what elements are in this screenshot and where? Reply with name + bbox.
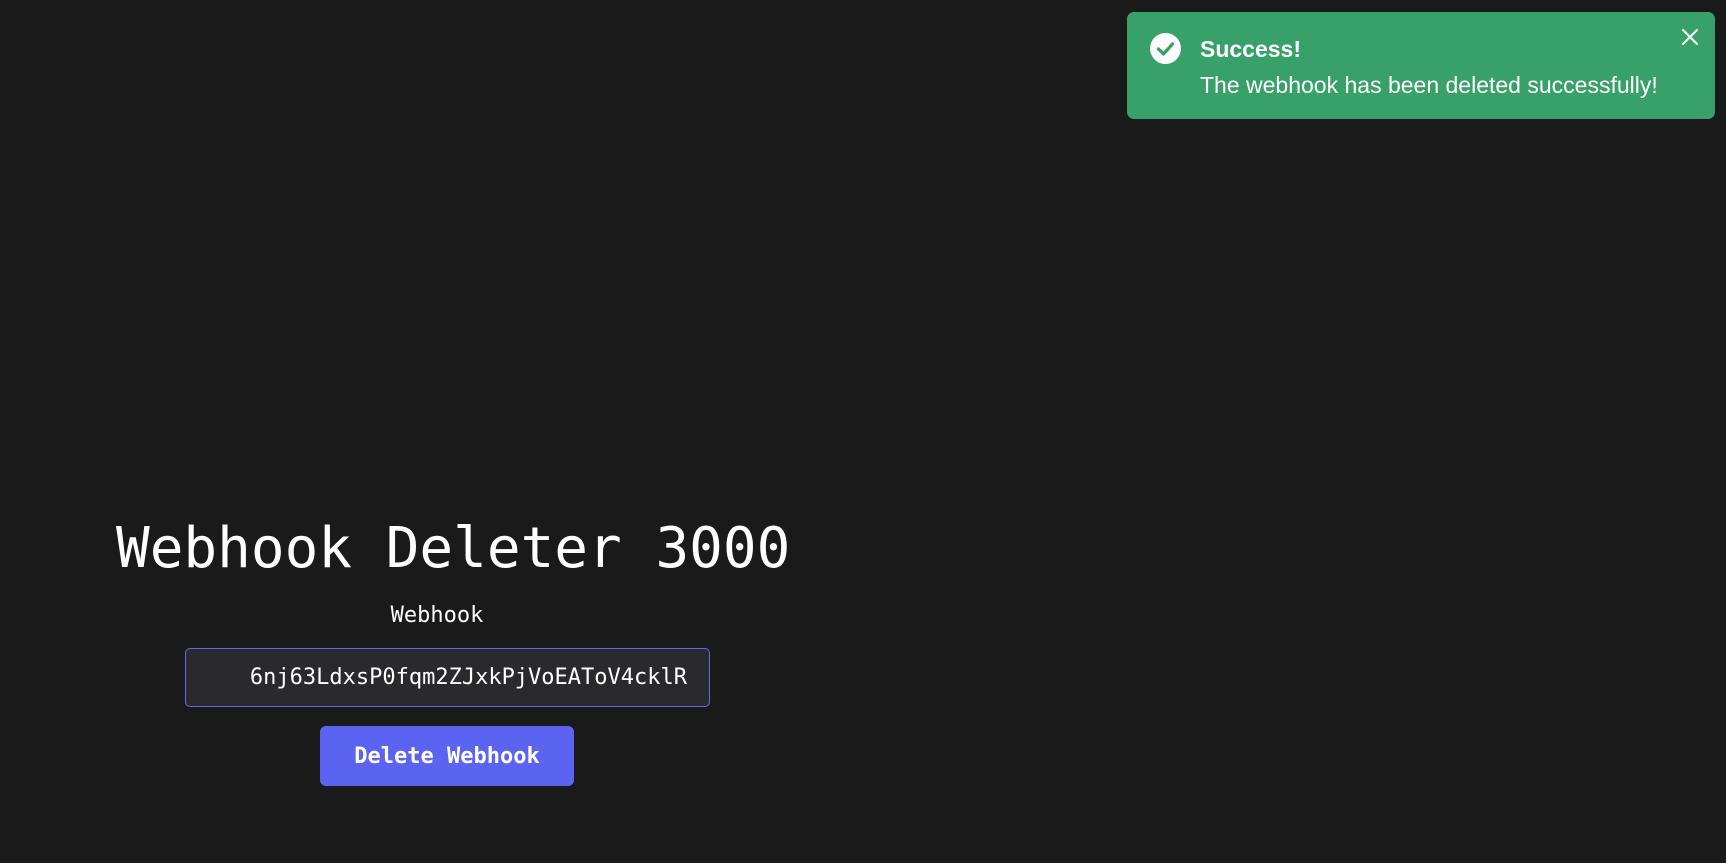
webhook-input[interactable] <box>185 648 710 707</box>
toast-title: Success! <box>1200 36 1302 62</box>
check-circle-icon <box>1150 33 1181 64</box>
success-toast: Success! The webhook has been deleted su… <box>1127 12 1715 119</box>
page-title: Webhook Deleter 3000 <box>116 516 791 581</box>
delete-webhook-button[interactable]: Delete Webhook <box>320 726 574 786</box>
toast-message: The webhook has been deleted successfull… <box>1200 72 1658 98</box>
close-icon[interactable] <box>1677 24 1703 50</box>
webhook-label: Webhook <box>390 603 484 628</box>
